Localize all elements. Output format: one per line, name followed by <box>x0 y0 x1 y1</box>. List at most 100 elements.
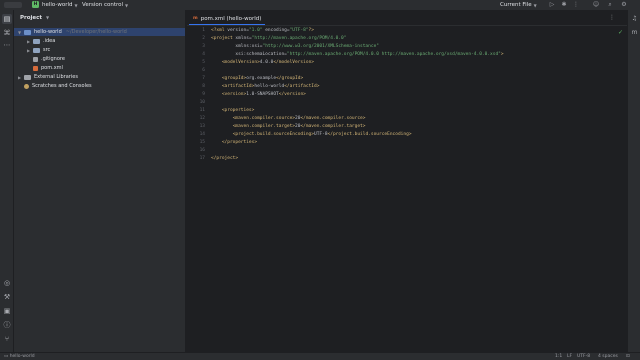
line-number: 10 <box>199 100 205 105</box>
lock-icon[interactable]: ⊡ <box>626 354 630 359</box>
status-path: hello-world <box>9 354 35 359</box>
tree-item-pom[interactable]: pom.xml <box>33 64 63 72</box>
tab-label: pom.xml (hello-world) <box>200 15 262 22</box>
code-line[interactable]: </project> <box>211 156 238 161</box>
line-number: 8 <box>202 84 205 89</box>
status-breadcrumb[interactable]: ▭ hello-world <box>4 354 35 359</box>
project-panel: Project ▼ ▼ hello-world ~/Developer/hell… <box>14 10 186 352</box>
problems-tool-icon[interactable]: ⓘ <box>2 320 12 330</box>
library-icon <box>24 74 31 80</box>
tree-item-label: Scratches and Consoles <box>32 83 92 89</box>
caret-position[interactable]: 1:1 <box>555 354 562 359</box>
line-number: 3 <box>202 44 205 49</box>
tree-item-src[interactable]: ▶ src <box>27 46 50 54</box>
line-number: 14 <box>199 132 205 137</box>
line-separator[interactable]: LF <box>567 354 572 359</box>
vcs-label: Version control <box>82 2 124 8</box>
terminal-tool-icon[interactable]: ▣ <box>2 306 12 316</box>
profile-icon[interactable]: ☺ <box>592 1 600 9</box>
gitignore-file-icon <box>33 56 38 62</box>
tree-item-label: External Libraries <box>34 74 78 80</box>
project-selector[interactable]: hello-world ▼ <box>42 0 78 10</box>
line-number: 12 <box>199 116 205 121</box>
right-tool-strip: ♫ m <box>627 10 640 352</box>
more-tools-icon[interactable]: ⋯ <box>2 40 12 50</box>
line-number: 1 <box>202 28 205 33</box>
maven-file-icon <box>33 65 38 71</box>
title-bar: H hello-world ▼ Version control ▼ Curren… <box>0 0 640 10</box>
git-tool-icon[interactable]: ⑂ <box>2 334 12 344</box>
tree-item-label: .gitignore <box>41 56 65 62</box>
structure-tool-icon[interactable]: ⌘ <box>2 28 12 38</box>
vcs-widget[interactable]: Version control ▼ <box>82 0 128 10</box>
line-number: 7 <box>202 76 205 81</box>
chevron-down-icon: ▼ <box>74 2 78 8</box>
tree-item-path: ~/Developer/hello-world <box>65 29 127 35</box>
panel-title-label: Project <box>20 15 43 21</box>
code-line[interactable]: xsi:schemaLocation="http://maven.apache.… <box>211 52 503 57</box>
line-number: 17 <box>199 156 205 161</box>
more-icon[interactable]: ⋮ <box>572 1 580 9</box>
panel-title[interactable]: Project ▼ <box>20 15 49 21</box>
line-number: 6 <box>202 68 205 73</box>
line-number: 15 <box>199 140 205 145</box>
tree-item-idea[interactable]: ▶ .idea <box>27 37 55 45</box>
code-line[interactable]: <project.build.sourceEncoding>UTF-8</pro… <box>211 132 412 137</box>
tree-item-label: src <box>43 47 51 53</box>
project-badge[interactable]: H <box>32 1 39 8</box>
maven-file-icon: m <box>193 16 198 21</box>
status-bar: ▭ hello-world 1:1 LF UTF-8 4 spaces ⊡ <box>0 352 640 360</box>
scratch-icon <box>24 83 29 89</box>
code-line[interactable]: <maven.compiler.source>20</maven.compile… <box>211 116 366 121</box>
tab-pom-xml[interactable]: m pom.xml (hello-world) <box>189 13 266 25</box>
tree-item-label: .idea <box>43 38 56 44</box>
more-icon[interactable]: ⋮ <box>609 14 615 21</box>
services-tool-icon[interactable]: ◎ <box>2 278 12 288</box>
run-config-label: Current File <box>500 2 532 8</box>
code-line[interactable]: <?xml version="1.0" encoding="UTF-8"?> <box>211 28 314 33</box>
line-number: 16 <box>199 148 205 153</box>
tree-item-hello-world[interactable]: ▼ hello-world ~/Developer/hello-world <box>14 28 185 36</box>
editor-area: m pom.xml (hello-world) ⋮ 1 2 3 4 5 6 7 8 9 10 11 1… <box>187 10 627 352</box>
settings-icon[interactable]: ⚙ <box>620 1 628 9</box>
project-tool-icon[interactable]: ▤ <box>2 14 12 24</box>
tree-item-label: pom.xml <box>41 65 63 71</box>
run-config-selector[interactable]: Current File ▼ <box>500 0 537 10</box>
line-number: 13 <box>199 124 205 129</box>
code-line[interactable]: <project xmlns="http://maven.apache.org/… <box>211 36 346 41</box>
code-line[interactable]: </properties> <box>211 140 257 145</box>
line-number: 11 <box>199 108 205 113</box>
chevron-down-icon: ▼ <box>533 2 537 8</box>
main-menu-button[interactable] <box>4 2 22 8</box>
code-line[interactable]: xmlns:xsi="http://www.w3.org/2001/XMLSch… <box>211 44 379 49</box>
no-problems-check-icon[interactable]: ✓ <box>618 29 623 36</box>
notifications-icon[interactable]: ♫ <box>630 14 639 23</box>
code-line[interactable]: <groupId>org.example</groupId> <box>211 76 303 81</box>
tree-item-scratches[interactable]: Scratches and Consoles <box>24 82 92 90</box>
code-line[interactable]: <maven.compiler.target>20</maven.compile… <box>211 124 366 129</box>
tree-item-gitignore[interactable]: .gitignore <box>33 55 65 63</box>
project-name: hello-world <box>42 2 73 8</box>
tree-item-label: hello-world <box>34 29 62 35</box>
tree-item-external-libraries[interactable]: ▶ External Libraries <box>18 73 78 81</box>
line-number: 9 <box>202 92 205 97</box>
left-tool-strip: ▤ ⌘ ⋯ ◎ ⚒ ▣ ⓘ ⑂ <box>0 10 14 352</box>
chevron-down-icon: ▼ <box>45 15 50 20</box>
debug-icon[interactable]: ✱ <box>560 1 568 9</box>
chevron-down-icon: ▼ <box>125 2 129 8</box>
run-icon[interactable]: ▷ <box>548 1 556 9</box>
code-line[interactable]: <properties> <box>211 108 255 113</box>
code-line[interactable]: <modelVersion>4.0.0</modelVersion> <box>211 60 314 65</box>
editor-tab-bar: m pom.xml (hello-world) ⋮ <box>187 10 627 26</box>
code-line[interactable]: <version>1.0-SNAPSHOT</version> <box>211 92 306 97</box>
code-line[interactable]: <artifactId>hello-world</artifactId> <box>211 84 320 89</box>
file-encoding[interactable]: UTF-8 <box>577 354 590 359</box>
indent-setting[interactable]: 4 spaces <box>598 354 618 359</box>
build-tool-icon[interactable]: ⚒ <box>2 292 12 302</box>
module-folder-icon <box>24 29 31 35</box>
line-number: 2 <box>202 36 205 41</box>
maven-tool-icon[interactable]: m <box>630 28 639 37</box>
folder-icon <box>33 38 40 44</box>
search-icon[interactable]: ⌕ <box>606 1 614 9</box>
folder-icon <box>33 47 40 53</box>
